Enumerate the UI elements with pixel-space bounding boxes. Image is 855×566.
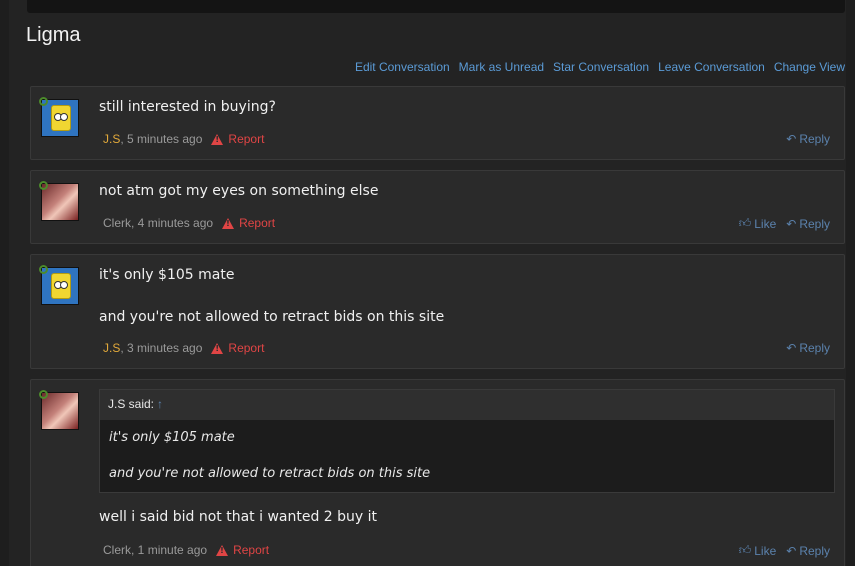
message-text: well i said bid not that i wanted 2 buy … bbox=[99, 509, 378, 525]
reply-label: Reply bbox=[799, 216, 830, 231]
message-text: it's only $105 mate bbox=[99, 267, 235, 283]
like-label: Like bbox=[754, 216, 777, 231]
like-button[interactable]: 👍︎ Like bbox=[739, 543, 777, 558]
author-link[interactable]: Clerk bbox=[103, 543, 131, 557]
header-bar bbox=[27, 0, 845, 13]
quote-header: J.S said: ↑ bbox=[100, 390, 834, 420]
mark-unread-link[interactable]: Mark as Unread bbox=[459, 60, 544, 74]
star-conversation-link[interactable]: Star Conversation bbox=[553, 60, 649, 74]
reply-icon: ↶ bbox=[786, 216, 797, 231]
reply-label: Reply bbox=[799, 543, 830, 558]
timestamp: , 1 minute ago bbox=[131, 543, 208, 557]
online-status-icon bbox=[39, 97, 48, 106]
reply-label: Reply bbox=[799, 132, 830, 146]
author-link[interactable]: Clerk bbox=[103, 216, 131, 230]
reply-icon: ↶ bbox=[786, 341, 797, 355]
timestamp: , 3 minutes ago bbox=[120, 341, 203, 355]
message-actions: ↶ Reply bbox=[786, 132, 830, 146]
report-button[interactable]: Report bbox=[222, 216, 275, 230]
message-meta: Clerk , 4 minutes ago Report bbox=[103, 216, 275, 230]
warning-icon bbox=[211, 342, 224, 354]
online-status-icon bbox=[39, 265, 48, 274]
jump-to-quote-icon[interactable]: ↑ bbox=[157, 397, 163, 411]
quote-text: and you're not allowed to retract bids o… bbox=[109, 466, 431, 481]
report-label: Report bbox=[239, 216, 276, 230]
message: not atm got my eyes on something else Cl… bbox=[30, 170, 845, 244]
message-text: not atm got my eyes on something else bbox=[99, 183, 379, 199]
spongebob-avatar-image bbox=[51, 105, 71, 131]
author-link[interactable]: J.S bbox=[103, 341, 120, 355]
reply-button[interactable]: ↶ Reply bbox=[786, 216, 830, 231]
reply-button[interactable]: ↶ Reply bbox=[786, 132, 830, 146]
report-button[interactable]: Report bbox=[211, 132, 264, 146]
quote-block: J.S said: ↑ it's only $105 mate and you'r… bbox=[99, 389, 835, 493]
online-status-icon bbox=[39, 390, 48, 399]
reply-button[interactable]: ↶ Reply bbox=[786, 341, 830, 355]
like-button[interactable]: 👍︎ Like bbox=[739, 216, 777, 231]
quote-author: J.S said: bbox=[108, 397, 155, 411]
change-view-link[interactable]: Change View bbox=[774, 60, 845, 74]
author-link[interactable]: J.S bbox=[103, 132, 120, 146]
message-meta: Clerk , 1 minute ago Report bbox=[103, 543, 269, 557]
reply-icon: ↶ bbox=[786, 132, 797, 146]
message-text: still interested in buying? bbox=[99, 99, 276, 115]
timestamp: , 4 minutes ago bbox=[131, 216, 214, 230]
avatar[interactable] bbox=[39, 265, 79, 305]
warning-icon bbox=[216, 544, 229, 556]
warning-icon bbox=[211, 133, 224, 145]
report-label: Report bbox=[233, 543, 270, 557]
message-actions: 👍︎ Like ↶ Reply bbox=[739, 216, 830, 231]
spongebob-avatar-image bbox=[51, 273, 71, 299]
leave-conversation-link[interactable]: Leave Conversation bbox=[658, 60, 765, 74]
report-label: Report bbox=[228, 132, 265, 146]
message-actions: ↶ Reply bbox=[786, 341, 830, 355]
edit-conversation-link[interactable]: Edit Conversation bbox=[355, 60, 450, 74]
message: it's only $105 mate and you're not allow… bbox=[30, 254, 845, 369]
avatar[interactable] bbox=[39, 390, 79, 430]
message-text: and you're not allowed to retract bids o… bbox=[99, 309, 445, 325]
report-button[interactable]: Report bbox=[211, 341, 264, 355]
timestamp: , 5 minutes ago bbox=[120, 132, 203, 146]
thumbs-up-icon: 👍︎ bbox=[738, 216, 752, 230]
reply-button[interactable]: ↶ Reply bbox=[786, 543, 830, 558]
message-meta: J.S , 5 minutes ago Report bbox=[103, 132, 264, 146]
online-status-icon bbox=[39, 181, 48, 190]
avatar[interactable] bbox=[39, 181, 79, 221]
quote-text: it's only $105 mate bbox=[109, 430, 235, 445]
like-label: Like bbox=[754, 543, 777, 558]
warning-icon bbox=[222, 217, 235, 229]
avatar[interactable] bbox=[39, 97, 79, 137]
conversation-title: Ligma bbox=[26, 24, 81, 46]
reply-label: Reply bbox=[799, 341, 830, 355]
message: still interested in buying? J.S , 5 minu… bbox=[30, 86, 845, 160]
right-gutter bbox=[846, 0, 855, 566]
message-meta: J.S , 3 minutes ago Report bbox=[103, 341, 264, 355]
report-button[interactable]: Report bbox=[216, 543, 269, 557]
report-label: Report bbox=[228, 341, 265, 355]
thumbs-up-icon: 👍︎ bbox=[738, 543, 752, 557]
message-actions: 👍︎ Like ↶ Reply bbox=[739, 543, 830, 558]
message: J.S said: ↑ it's only $105 mate and you'r… bbox=[30, 379, 845, 566]
conversation-actions: Edit Conversation Mark as Unread Star Co… bbox=[355, 60, 845, 74]
left-gutter bbox=[0, 0, 9, 566]
reply-icon: ↶ bbox=[786, 543, 797, 558]
